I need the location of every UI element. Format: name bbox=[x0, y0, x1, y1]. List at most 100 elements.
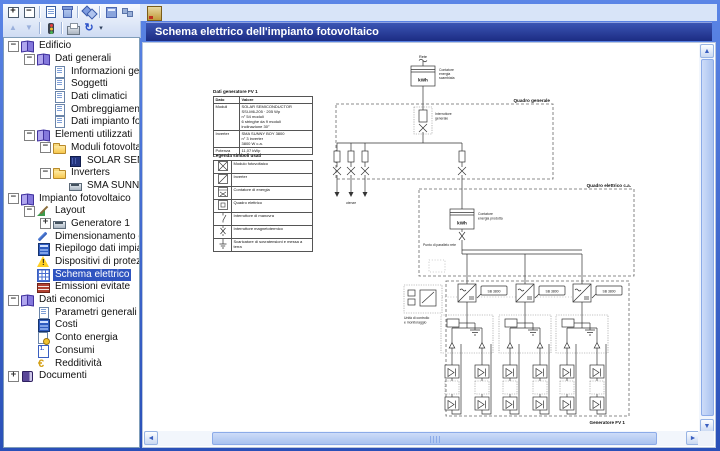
tree-item-label: Documenti bbox=[37, 370, 89, 382]
tree-item-elementi-utilizzati[interactable]: −Elementi utilizzati bbox=[4, 129, 139, 142]
copy-button[interactable] bbox=[81, 5, 97, 20]
print-icon bbox=[67, 26, 80, 35]
production-meter-symbol: kWh Contatore energia prodotta bbox=[450, 209, 503, 229]
cons-icon bbox=[37, 345, 50, 357]
collapse-icon[interactable]: − bbox=[24, 130, 35, 141]
scroll-left-button[interactable]: ◄ bbox=[144, 431, 158, 445]
tree-item-dimensionamento-cavi[interactable]: Dimensionamento cavi bbox=[4, 230, 139, 243]
schematic-drawing: .w{stroke:#333;stroke-width:.7;fill:none… bbox=[201, 47, 681, 439]
collapse-icon[interactable]: − bbox=[24, 206, 35, 217]
tree-item-label: Moduli fotovoltaici bbox=[69, 142, 140, 154]
scroll-up-button[interactable]: ▲ bbox=[700, 44, 714, 58]
tree-item-consumi[interactable]: Consumi bbox=[4, 345, 139, 358]
move-down-button[interactable]: ▼ bbox=[21, 21, 37, 36]
page-icon bbox=[53, 78, 66, 90]
collapse-icon[interactable]: − bbox=[8, 295, 19, 306]
expand-all-button[interactable]: + bbox=[5, 5, 21, 20]
move-button[interactable] bbox=[119, 5, 135, 20]
tree-item-label: Riepilogo dati impianto bbox=[53, 243, 140, 255]
tree-item-layout[interactable]: −Layout bbox=[4, 205, 139, 218]
tree-item-label: Dati economici bbox=[37, 294, 107, 306]
window-button[interactable] bbox=[103, 5, 119, 20]
collapse-all-button[interactable]: − bbox=[21, 5, 37, 20]
svg-text:kWh: kWh bbox=[457, 221, 467, 226]
status-button[interactable] bbox=[43, 21, 59, 36]
tree-item-inverters[interactable]: −Inverters bbox=[4, 167, 139, 180]
tree-item-dispositivi-di-protezione[interactable]: Dispositivi di protezione bbox=[4, 256, 139, 269]
svg-text:Contatore: Contatore bbox=[478, 212, 493, 216]
tree-item-label: Costi bbox=[53, 319, 80, 331]
tree-item-informazioni-generali[interactable]: Informazioni generali bbox=[4, 65, 139, 78]
tree-item-emissioni-evitate[interactable]: Emissioni evitate bbox=[4, 281, 139, 294]
tree-toolbar-row-1: + − bbox=[3, 4, 140, 20]
tree-item-dati-climatici[interactable]: Dati climatici bbox=[4, 91, 139, 104]
tree-item-dati-generali[interactable]: −Dati generali bbox=[4, 53, 139, 66]
delete-button[interactable] bbox=[59, 5, 75, 20]
navigation-tree: −Edificio−Dati generaliInformazioni gene… bbox=[3, 37, 140, 448]
tree-item-parametri-generali[interactable]: Parametri generali bbox=[4, 306, 139, 319]
module-string-column bbox=[560, 344, 576, 414]
tree-item-soggetti[interactable]: Soggetti bbox=[4, 78, 139, 91]
svg-text:Generatore FV 1: Generatore FV 1 bbox=[590, 420, 626, 425]
tree-item-generatore-1[interactable]: +Generatore 1 bbox=[4, 218, 139, 231]
horizontal-scroll-thumb[interactable] bbox=[212, 432, 657, 445]
control-unit-symbol: Unità di controllo e monitoraggio bbox=[404, 285, 442, 325]
calc-icon bbox=[37, 319, 50, 331]
move-up-button[interactable]: ▲ bbox=[5, 21, 21, 36]
vertical-scroll-thumb[interactable] bbox=[701, 59, 714, 416]
move-up-icon: ▲ bbox=[9, 23, 17, 33]
svg-text:Rete: Rete bbox=[419, 55, 427, 59]
svg-text:SB 3800: SB 3800 bbox=[545, 290, 558, 294]
module-string-column bbox=[475, 344, 491, 414]
tree-item-moduli-fotovoltaici[interactable]: − Moduli fotovoltaici bbox=[4, 142, 139, 155]
page-icon bbox=[37, 307, 50, 319]
panel-toolbar bbox=[140, 4, 717, 21]
tree-item-label: SOLAR SEMICONDU bbox=[85, 155, 140, 167]
tree-item-dati-impianto-fotovoltaico[interactable]: Dati impianto fotovoltaico bbox=[4, 116, 139, 129]
tree-item-label: Dimensionamento cavi bbox=[53, 231, 140, 243]
folder-icon bbox=[53, 142, 66, 154]
tree-item-label: Informazioni generali bbox=[69, 66, 140, 78]
new-item-icon bbox=[46, 6, 56, 18]
collapse-icon[interactable]: − bbox=[40, 168, 51, 179]
collapse-icon[interactable]: − bbox=[24, 54, 35, 65]
tree-item-label: Conto energia bbox=[53, 332, 120, 344]
expand-icon[interactable]: + bbox=[40, 218, 51, 229]
tree-toolbar-row-2: ▲ ▼ ↻ ▾ bbox=[3, 20, 140, 36]
tree-item-riepilogo-dati-impianto[interactable]: Riepilogo dati impianto bbox=[4, 243, 139, 256]
refresh-icon: ↻ bbox=[84, 22, 93, 35]
collapse-icon[interactable]: − bbox=[8, 193, 19, 204]
svg-text:SB 3800: SB 3800 bbox=[487, 290, 500, 294]
svg-text:Quadro elettrico c.a.: Quadro elettrico c.a. bbox=[587, 183, 631, 188]
tree-item-redditivit-[interactable]: Redditività bbox=[4, 357, 139, 370]
tree-item-conto-energia[interactable]: Conto energia bbox=[4, 332, 139, 345]
string-box bbox=[441, 315, 493, 353]
tree-item-impianto-fotovoltaico[interactable]: −Impianto fotovoltaico bbox=[4, 192, 139, 205]
book-icon bbox=[37, 53, 50, 65]
refresh-dropdown-button[interactable]: ▾ bbox=[97, 21, 105, 36]
tree-item-sma-sunny-boy-38[interactable]: SMA SUNNY BOY 38 bbox=[4, 180, 139, 193]
expand-icon[interactable]: + bbox=[8, 371, 19, 382]
tree-item-costi[interactable]: Costi bbox=[4, 319, 139, 332]
refresh-button[interactable]: ↻ bbox=[81, 21, 97, 36]
tree-item-dati-economici[interactable]: − Dati economici bbox=[4, 294, 139, 307]
tree-item-schema-elettrico[interactable]: Schema elettrico bbox=[4, 268, 139, 281]
tree-item-ombreggiamento[interactable]: Ombreggiamento bbox=[4, 103, 139, 116]
tree-item-label: Edificio bbox=[37, 40, 73, 52]
toolbar-separator bbox=[99, 6, 101, 18]
diagram-tool-button[interactable] bbox=[147, 6, 162, 21]
collapse-icon[interactable]: − bbox=[8, 41, 19, 52]
exchange-meter-symbol: kWh Contatore energia scambiata bbox=[411, 66, 455, 86]
tree-item-solar-semicondu[interactable]: SOLAR SEMICONDU bbox=[4, 154, 139, 167]
tree-item-edificio[interactable]: − Edificio bbox=[4, 40, 139, 53]
module-string-column bbox=[533, 344, 549, 414]
ac-switchboard-box: Quadro elettrico c.a. kWh Contatore ener… bbox=[419, 183, 634, 276]
horizontal-scrollbar[interactable]: ◄ ► bbox=[144, 431, 700, 446]
new-item-button[interactable] bbox=[43, 5, 59, 20]
collapse-icon[interactable]: − bbox=[40, 142, 51, 153]
tree-item-label: Parametri generali bbox=[53, 307, 139, 319]
string-box bbox=[556, 315, 608, 353]
tree-item-documenti[interactable]: + Documenti bbox=[4, 370, 139, 383]
print-button[interactable] bbox=[65, 21, 81, 36]
tree-item-label: Consumi bbox=[53, 345, 96, 357]
